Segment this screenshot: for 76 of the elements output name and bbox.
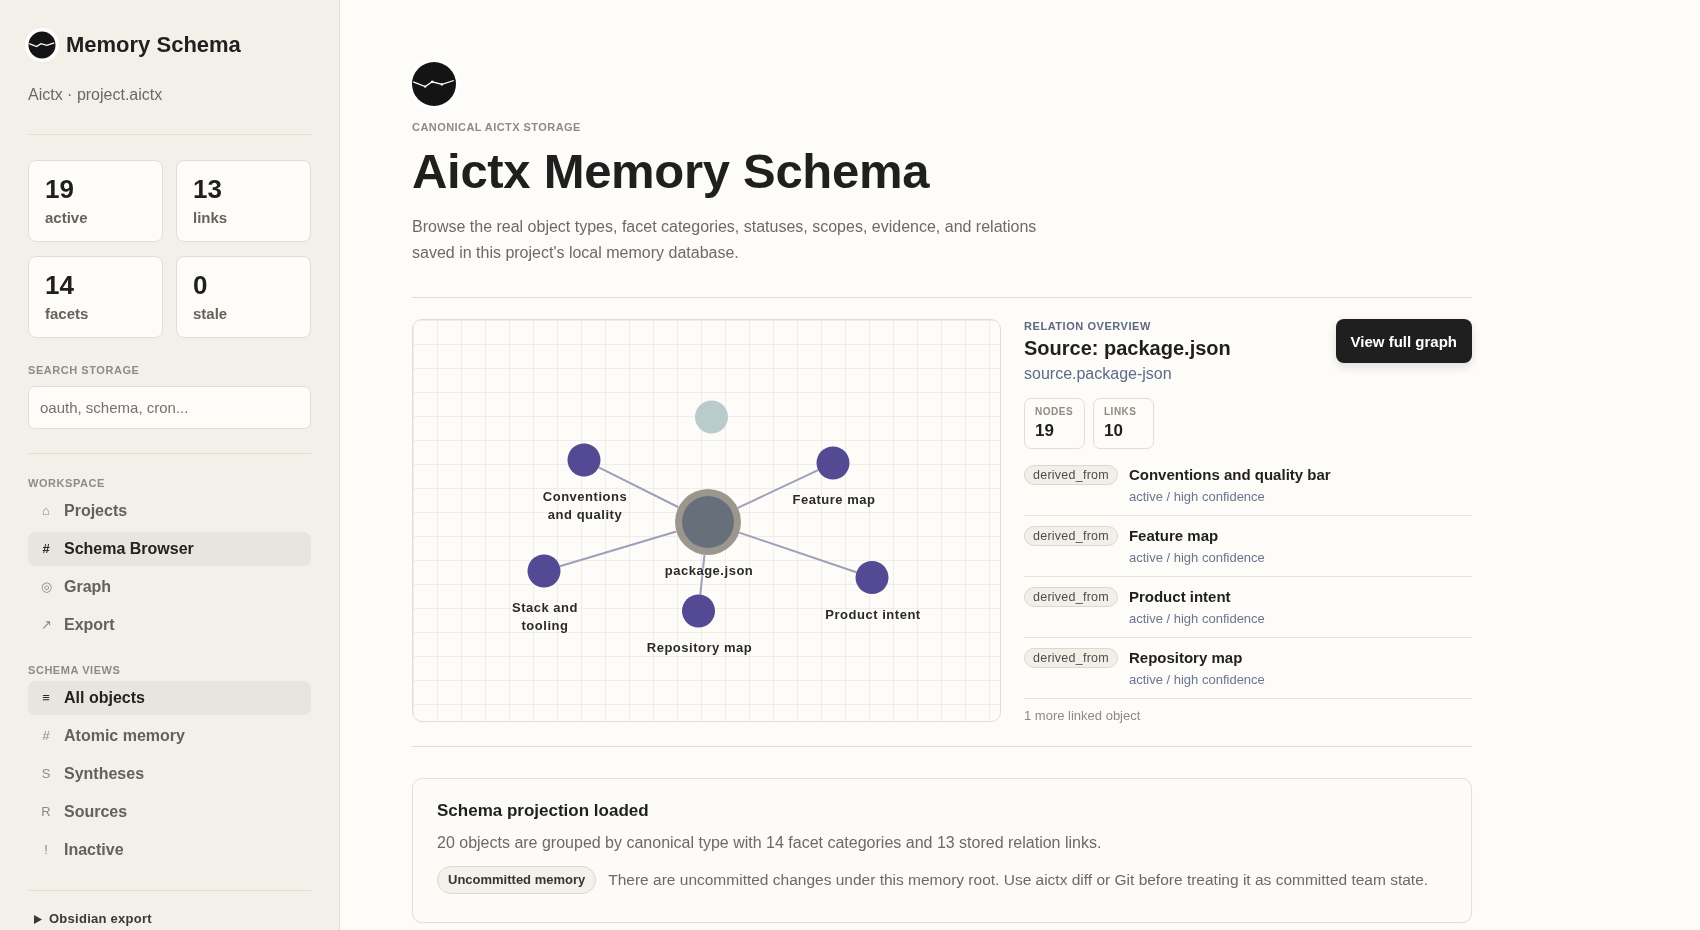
relation-tag: derived_from [1024, 526, 1118, 546]
relation-title: Conventions and quality bar [1128, 465, 1331, 485]
center-node [675, 489, 741, 555]
view-graph-button[interactable]: View full graph [1335, 319, 1472, 363]
count-label: LINKS [1104, 406, 1138, 418]
double-circle-icon: ◎ [38, 579, 54, 595]
section-eyebrow: RELATION OVERVIEW [1024, 319, 1152, 333]
node-label: Product intent [825, 605, 921, 624]
relation-tag: derived_from [1024, 587, 1118, 607]
node-label: Repository map [646, 639, 753, 657]
nav-item[interactable]: ⌂ Projects [28, 494, 311, 528]
search-field[interactable]: oauth, schema, cron... [28, 386, 311, 429]
relation-tag: derived_from [1024, 465, 1118, 485]
nav-item[interactable]: ↗ Export [28, 608, 311, 642]
letter-r-icon: R [38, 804, 54, 820]
section-heading: SCHEMA VIEWS [28, 663, 122, 677]
stat-label: links [193, 208, 229, 228]
relation-meta: active / high confidence [1128, 610, 1265, 628]
count-value: 19 [1035, 421, 1055, 441]
page-description: Browse the real object types, facet categories, statuses, scopes, evidence, and relations saved in this project's local memory database. [412, 217, 1038, 263]
zigzag-logo-icon [25, 28, 59, 62]
relation-meta: active / high confidence [1128, 671, 1265, 689]
status-summary: 20 objects are grouped by canonical type with 14 facet categories and 13 stored relation links. [437, 833, 1103, 853]
hash-icon: # [38, 541, 54, 557]
stat-label: active [45, 208, 89, 228]
relation-meta: active / high confidence [1128, 549, 1265, 567]
status-title: Schema projection loaded [437, 800, 650, 822]
relation-tag: derived_from [1024, 648, 1118, 668]
stat-value: 13 [193, 174, 223, 204]
nav-item[interactable]: # Atomic memory [28, 719, 311, 753]
exclamation-icon: ! [38, 842, 54, 858]
nav-item[interactable]: S Syntheses [28, 757, 311, 791]
nav-item[interactable]: ! Inactive [28, 833, 311, 867]
search-label: SEARCH STORAGE [28, 363, 141, 377]
house-icon: ⌂ [38, 503, 54, 519]
status-note: There are uncommitted changes under this memory root. Use aictx diff or Git before treating it as committed team state. [608, 870, 1429, 890]
stat-value: 14 [45, 270, 75, 300]
relation-title: Repository map [1128, 648, 1244, 668]
node-label: Conventions and quality [541, 488, 629, 524]
status-badge: Uncommitted memory [437, 866, 597, 894]
node-label: package.json [664, 562, 754, 580]
section-heading: WORKSPACE [28, 476, 106, 490]
node-label: Feature map [792, 491, 876, 509]
graph-node [682, 594, 715, 628]
count-value: 10 [1104, 421, 1124, 441]
nav-item[interactable]: # Schema Browser [28, 532, 311, 566]
page-title: Aictx Memory Schema [412, 143, 931, 199]
nav-item[interactable]: ≡ All objects [28, 681, 311, 715]
graph-node [567, 443, 601, 477]
stat-label: facets [45, 304, 90, 324]
graph-node [527, 554, 561, 588]
export-toggle[interactable]: Obsidian export [28, 911, 152, 927]
stat-value: 19 [45, 174, 75, 204]
relation-title: Feature map [1128, 526, 1220, 546]
graph-node [816, 446, 850, 480]
zigzag-logo-icon [408, 58, 460, 110]
relation-title: Product intent [1128, 587, 1232, 607]
stat-label: stale [193, 304, 229, 324]
stat-value: 0 [193, 270, 209, 300]
count-label: NODES [1035, 406, 1075, 418]
arrow-icon: ↗ [38, 617, 54, 633]
relation-meta: active / high confidence [1128, 488, 1266, 506]
eyebrow-label: CANONICAL AICTX STORAGE [412, 120, 582, 134]
graph-node [855, 561, 889, 594]
project-subtitle: Aictx · project.aictx [28, 85, 164, 105]
graph-node [695, 400, 728, 434]
more-note: 1 more linked object [1024, 708, 1142, 724]
app-title: Memory Schema [66, 32, 241, 58]
lines-icon: ≡ [38, 690, 54, 706]
nav-item[interactable]: R Sources [28, 795, 311, 829]
source-title: Source: package.json [1024, 336, 1231, 360]
nav-item[interactable]: ◎ Graph [28, 570, 311, 604]
letter-s-icon: S [38, 766, 54, 782]
source-slug: source.package-json [1024, 364, 1173, 384]
node-label: Stack and tooling [510, 599, 580, 635]
hash-icon: # [38, 728, 54, 744]
